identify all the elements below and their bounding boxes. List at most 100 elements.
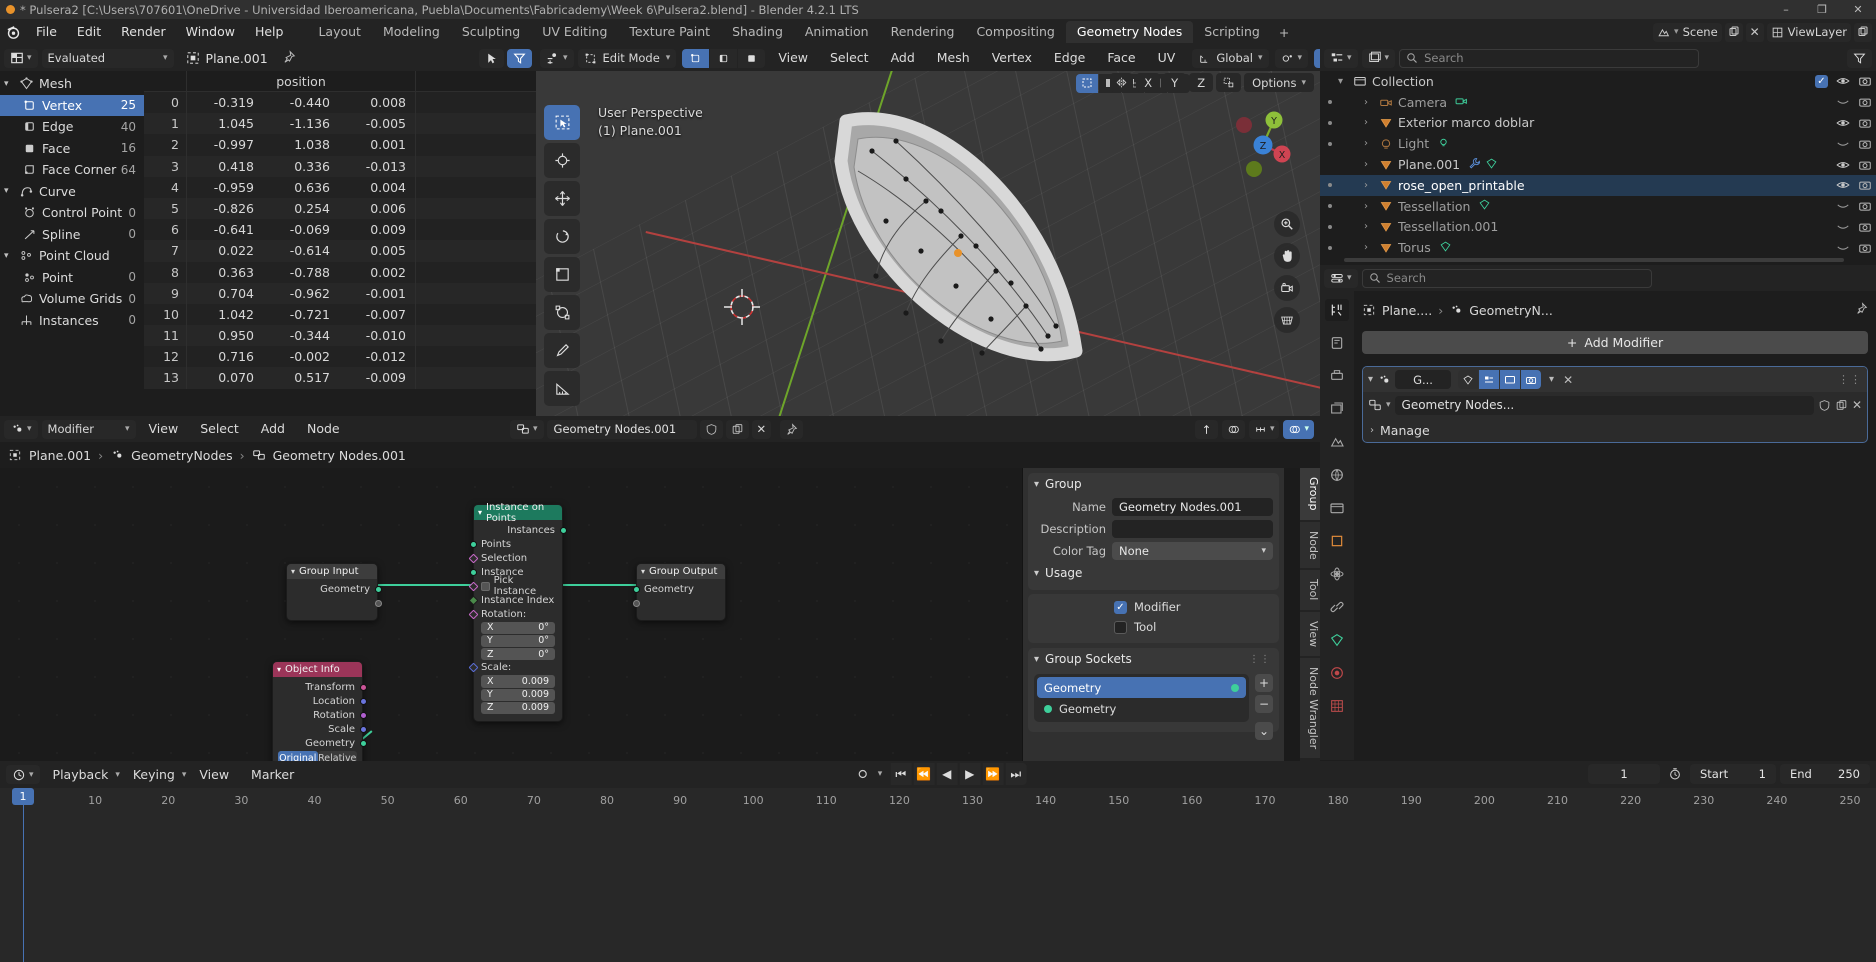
chevron-right-icon[interactable]: › bbox=[1364, 242, 1376, 253]
workspace-tab-geometry-nodes[interactable]: Geometry Nodes bbox=[1065, 21, 1194, 43]
sidebar-tab-group[interactable]: Group bbox=[1300, 468, 1320, 520]
tool-measure[interactable] bbox=[544, 371, 580, 406]
display-mode-dropdown[interactable]: ▾ bbox=[1361, 48, 1396, 68]
table-row[interactable]: 3 0.418 0.336 -0.013 bbox=[144, 155, 536, 177]
current-frame-field[interactable]: 1 bbox=[1588, 764, 1660, 784]
workspace-tab-scripting[interactable]: Scripting bbox=[1193, 21, 1271, 43]
mirror-y-button[interactable]: Y bbox=[1163, 73, 1187, 92]
viewport-menu-mesh[interactable]: Mesh bbox=[928, 48, 979, 68]
tree-item-control-point[interactable]: Control Point 0 bbox=[0, 202, 144, 224]
outliner-row[interactable]: › Tessellation bbox=[1320, 196, 1876, 217]
outliner-row[interactable]: › Camera bbox=[1320, 92, 1876, 113]
socket-instance-index-icon[interactable] bbox=[468, 595, 478, 605]
chevron-down-icon[interactable]: ▾ bbox=[1368, 374, 1373, 385]
unlink-datablock-button[interactable]: ✕ bbox=[751, 419, 772, 439]
tool-move[interactable] bbox=[544, 181, 580, 216]
table-row[interactable]: 7 0.022 -0.614 0.005 bbox=[144, 240, 536, 262]
modifier-name-field[interactable]: G... bbox=[1395, 370, 1452, 389]
table-row[interactable]: 0 -0.319 -0.440 0.008 bbox=[144, 92, 536, 114]
zoom-icon[interactable] bbox=[1274, 211, 1300, 237]
camera-view-icon[interactable] bbox=[1274, 275, 1300, 301]
eye-closed-icon[interactable] bbox=[1836, 241, 1850, 255]
tab-relative[interactable]: Relative bbox=[317, 751, 357, 761]
restrict-select-dot-icon[interactable] bbox=[1328, 163, 1332, 167]
edge-select-mode-button[interactable] bbox=[710, 48, 738, 68]
workspace-tab-compositing[interactable]: Compositing bbox=[965, 21, 1065, 43]
socket-scale-icon[interactable] bbox=[359, 725, 367, 733]
group-section-title-row[interactable]: ▾ Group bbox=[1028, 473, 1279, 495]
node-socket-instances-out[interactable]: Instances bbox=[474, 523, 567, 537]
modifier-unlink-button[interactable]: ✕ bbox=[1852, 398, 1862, 412]
unlink-scene-button[interactable]: ✕ bbox=[1745, 22, 1764, 42]
outliner-filter-button[interactable] bbox=[1847, 48, 1872, 68]
tab-original[interactable]: Original bbox=[278, 751, 318, 761]
node-instance-on-points[interactable]: ▾ Instance on Points Instances Points Se… bbox=[468, 502, 567, 722]
node-socket-points-in[interactable]: Points bbox=[469, 537, 562, 551]
eye-icon[interactable] bbox=[1836, 116, 1850, 130]
node-socket-virtual-out[interactable] bbox=[287, 596, 382, 610]
add-viewlayer-button[interactable] bbox=[1854, 22, 1872, 42]
menu-file[interactable]: File bbox=[26, 19, 67, 45]
add-socket-button[interactable]: + bbox=[1255, 674, 1273, 692]
rotation-y-field[interactable]: Y 0° bbox=[481, 634, 555, 648]
node-group-output[interactable]: ▾ Group Output Geometry bbox=[632, 563, 726, 621]
sidebar-tab-node-wrangler[interactable]: Node Wrangler bbox=[1300, 657, 1320, 758]
node-menu-add[interactable]: Add bbox=[252, 419, 294, 439]
chevron-right-icon[interactable]: › bbox=[1364, 201, 1376, 212]
workspace-tab-layout[interactable]: Layout bbox=[307, 21, 372, 43]
node-datablock-type-icon[interactable]: ▾ bbox=[510, 419, 544, 439]
table-row[interactable]: 8 0.363 -0.788 0.002 bbox=[144, 261, 536, 283]
tree-item-mesh[interactable]: ▾ Mesh bbox=[0, 73, 144, 95]
viewport-menu-uv[interactable]: UV bbox=[1149, 48, 1185, 68]
breadcrumb-modifier[interactable]: GeometryN... bbox=[1469, 303, 1553, 318]
outliner-scrollbar[interactable] bbox=[1344, 258, 1844, 262]
workspace-tab-rendering[interactable]: Rendering bbox=[880, 21, 966, 43]
properties-tab-texture[interactable] bbox=[1325, 695, 1349, 717]
outliner-row[interactable]: › Torus bbox=[1320, 237, 1876, 258]
properties-tab-output[interactable] bbox=[1325, 365, 1349, 387]
options-dropdown[interactable]: Options ▾ bbox=[1244, 73, 1314, 92]
node-instance-on-points-header[interactable]: ▾ Instance on Points bbox=[474, 502, 562, 524]
jump-to-end-button[interactable]: ⏭ bbox=[1005, 763, 1027, 785]
tool-scale[interactable] bbox=[544, 257, 580, 292]
properties-tab-world[interactable] bbox=[1325, 464, 1349, 486]
usage-tool-row[interactable]: Tool bbox=[1028, 617, 1279, 637]
properties-tab-data[interactable] bbox=[1325, 629, 1349, 651]
add-workspace-button[interactable]: + bbox=[1271, 25, 1297, 40]
table-row[interactable]: 10 1.042 -0.721 -0.007 bbox=[144, 303, 536, 326]
viewport-menu-select[interactable]: Select bbox=[821, 48, 878, 68]
menu-edit[interactable]: Edit bbox=[67, 19, 111, 45]
dataset-mode-dropdown[interactable]: Evaluated ▾ bbox=[41, 48, 174, 68]
socket-list-item-output[interactable]: Geometry bbox=[1037, 677, 1246, 698]
mirror-x-button[interactable]: X bbox=[1136, 73, 1161, 92]
mirror-icon[interactable] bbox=[1110, 73, 1134, 92]
overlay-toggle-icon[interactable] bbox=[1221, 419, 1245, 439]
properties-tab-constraints[interactable] bbox=[1325, 596, 1349, 618]
node-canvas[interactable]: ▾ Group Input Geometry ▾ Instance on Poi… bbox=[0, 468, 1320, 761]
timeline-menu-keying[interactable]: Keying bbox=[124, 765, 184, 785]
mirror-z-button[interactable]: Z bbox=[1189, 73, 1214, 92]
properties-tab-render[interactable] bbox=[1325, 332, 1349, 354]
menu-help[interactable]: Help bbox=[245, 19, 294, 45]
node-tree-icon[interactable] bbox=[1368, 398, 1382, 412]
node-socket-scale-in[interactable]: Scale: bbox=[468, 661, 562, 675]
rotation-x-field[interactable]: X 0° bbox=[481, 621, 555, 635]
chevron-down-icon[interactable]: ▾ bbox=[1338, 76, 1350, 87]
node-socket-transform-out[interactable]: Transform bbox=[273, 680, 367, 694]
breadcrumb-nodetree[interactable]: Geometry Nodes.001 bbox=[273, 448, 406, 463]
group-name-input[interactable]: Geometry Nodes.001 bbox=[1112, 497, 1273, 516]
close-button[interactable]: ✕ bbox=[1840, 0, 1876, 19]
duplicate-icon[interactable] bbox=[1835, 399, 1848, 412]
workspace-tab-modeling[interactable]: Modeling bbox=[372, 21, 451, 43]
node-socket-scale-out[interactable]: Scale bbox=[273, 722, 367, 736]
node-editor-type-button[interactable]: ▾ bbox=[4, 419, 38, 439]
node-tree-type-dropdown[interactable]: Modifier ▾ bbox=[41, 419, 136, 439]
outliner-search-input[interactable]: Search bbox=[1399, 48, 1700, 68]
minimize-button[interactable]: – bbox=[1768, 0, 1804, 19]
modifier-extras-chevron-icon[interactable]: ▾ bbox=[1549, 374, 1554, 385]
camera-render-icon[interactable] bbox=[1858, 178, 1872, 192]
table-row[interactable]: 1 1.045 -1.136 -0.005 bbox=[144, 113, 536, 135]
chevron-right-icon[interactable]: › bbox=[1364, 221, 1376, 232]
node-datablock-name-field[interactable]: Geometry Nodes.001 bbox=[546, 419, 697, 439]
restrict-select-dot-icon[interactable] bbox=[1328, 100, 1332, 105]
